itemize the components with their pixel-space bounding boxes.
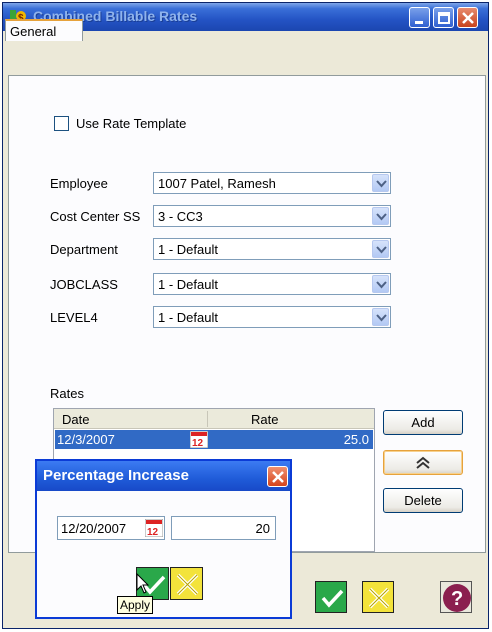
department-dropdown-arrow[interactable] [372, 240, 389, 258]
calendar-icon[interactable]: 12 [145, 519, 163, 537]
percent-value: 20 [255, 521, 270, 536]
calendar-icon[interactable]: 12 [190, 431, 208, 448]
jobclass-value: 1 - Default [158, 277, 218, 292]
checkmark-icon [321, 589, 344, 608]
chevron-down-icon [376, 213, 387, 221]
jobclass-select[interactable]: 1 - Default [153, 273, 391, 295]
delete-button[interactable]: Delete [383, 488, 463, 513]
cost-center-dropdown-arrow[interactable] [372, 207, 389, 225]
use-rate-template-checkbox[interactable] [54, 116, 69, 131]
jobclass-dropdown-arrow[interactable] [372, 275, 389, 293]
move-up-button[interactable] [383, 450, 463, 475]
jobclass-label: JOBCLASS [50, 277, 118, 292]
dialog-body: 12/20/2007 12 20 [37, 491, 290, 617]
rates-grid-header: Date Rate [54, 409, 374, 429]
close-icon [272, 471, 284, 483]
dialog-title: Percentage Increase [43, 467, 189, 484]
ok-button[interactable] [315, 581, 347, 613]
chevron-down-icon [376, 281, 387, 289]
minimize-icon [415, 21, 423, 24]
table-row[interactable]: 12/3/2007 12 25.0 [55, 430, 373, 449]
level4-value: 1 - Default [158, 310, 218, 325]
level4-dropdown-arrow[interactable] [372, 308, 389, 326]
tab-general-label: General [10, 24, 57, 39]
level4-select[interactable]: 1 - Default [153, 306, 391, 328]
percent-field[interactable]: 20 [171, 516, 276, 540]
chevron-down-icon [376, 180, 387, 188]
employee-label: Employee [50, 176, 108, 191]
apply-tooltip: Apply [117, 596, 154, 614]
help-button[interactable]: ? [440, 581, 472, 613]
maximize-button[interactable] [433, 7, 454, 28]
question-mark-icon: ? [443, 584, 471, 612]
chevron-down-icon [376, 314, 387, 322]
employee-select[interactable]: 1007 Patel, Ramesh [153, 172, 391, 194]
add-button[interactable]: Add [383, 410, 463, 435]
mouse-pointer-icon [136, 573, 150, 594]
percentage-increase-dialog: Percentage Increase 12/20/2007 12 20 [35, 459, 292, 619]
cancel-button[interactable] [362, 581, 394, 613]
dialog-close-button[interactable] [267, 466, 288, 487]
employee-dropdown-arrow[interactable] [372, 174, 389, 192]
department-label: Department [50, 242, 118, 257]
dialog-title-bar[interactable]: Percentage Increase [37, 461, 290, 491]
svg-text:?: ? [451, 588, 463, 610]
cost-center-value: 3 - CC3 [158, 209, 203, 224]
department-value: 1 - Default [158, 242, 218, 257]
department-select[interactable]: 1 - Default [153, 238, 391, 260]
svg-text:12: 12 [147, 527, 159, 537]
cost-center-label: Cost Center SS [50, 209, 141, 224]
close-icon [462, 12, 474, 24]
date-field[interactable]: 12/20/2007 12 [57, 516, 165, 540]
employee-value: 1007 Patel, Ramesh [158, 176, 276, 191]
rates-label: Rates [50, 386, 84, 401]
use-rate-template-label: Use Rate Template [76, 116, 187, 131]
x-icon [368, 587, 390, 609]
level4-label: LEVEL4 [50, 310, 98, 325]
tab-general[interactable]: General [5, 19, 83, 41]
cost-center-select[interactable]: 3 - CC3 [153, 205, 391, 227]
dialog-cancel-button[interactable] [170, 567, 203, 600]
maximize-icon [438, 12, 450, 24]
x-icon [176, 573, 199, 596]
row-date[interactable]: 12/3/2007 [57, 432, 115, 447]
minimize-button[interactable] [409, 7, 430, 28]
row-rate[interactable]: 25.0 [344, 432, 369, 447]
column-header-rate[interactable]: Rate [251, 412, 278, 427]
close-button[interactable] [457, 7, 478, 28]
double-chevron-up-icon [416, 456, 430, 469]
svg-text:12: 12 [192, 438, 204, 448]
column-header-date[interactable]: Date [62, 412, 89, 427]
chevron-down-icon [376, 246, 387, 254]
date-value: 12/20/2007 [61, 521, 127, 536]
column-divider[interactable] [207, 411, 208, 427]
